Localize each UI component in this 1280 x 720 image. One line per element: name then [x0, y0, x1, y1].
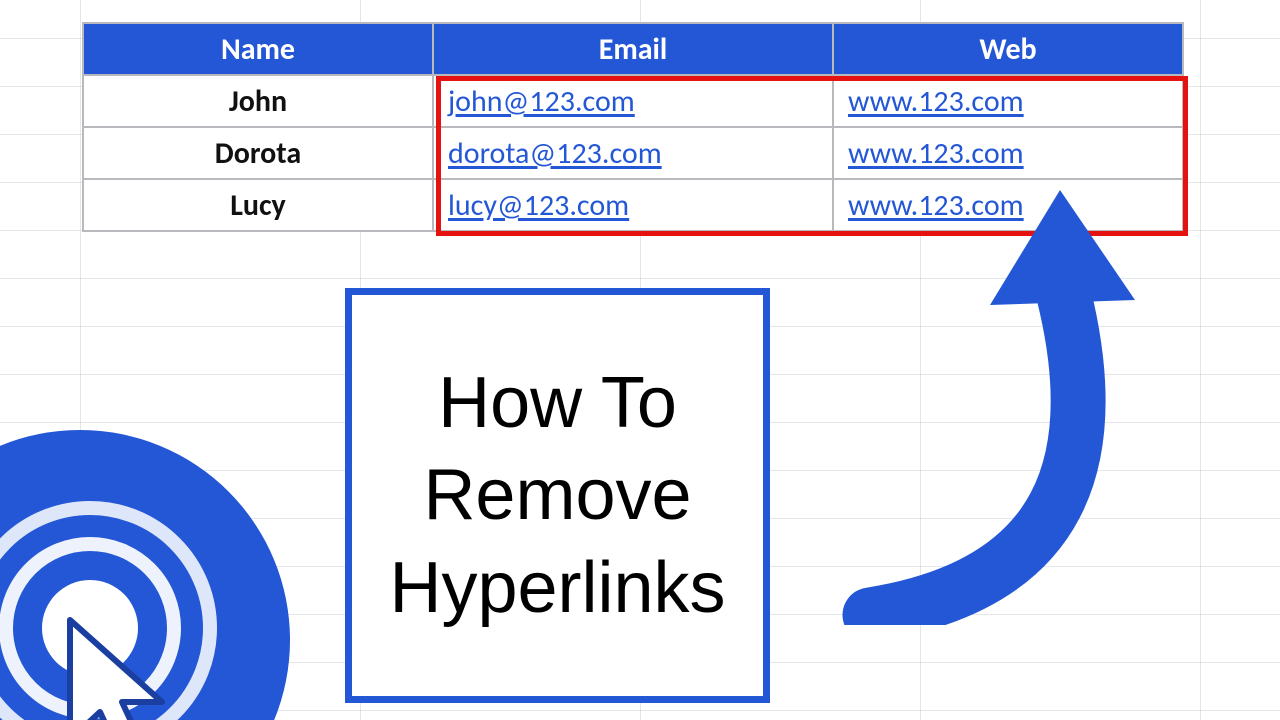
table-row: Dorota dorota@123.com www.123.com	[83, 127, 1183, 179]
cell-name[interactable]: John	[83, 75, 433, 127]
cell-web-link[interactable]: www.123.com	[833, 179, 1183, 231]
title-line: Hyperlinks	[389, 542, 725, 634]
table-row: John john@123.com www.123.com	[83, 75, 1183, 127]
cell-web-link[interactable]: www.123.com	[833, 75, 1183, 127]
header-email: Email	[433, 23, 833, 75]
cell-email-link[interactable]: lucy@123.com	[433, 179, 833, 231]
cell-name[interactable]: Lucy	[83, 179, 433, 231]
header-name: Name	[83, 23, 433, 75]
title-line: Remove	[389, 449, 725, 541]
title-line: How To	[389, 357, 725, 449]
cell-email-link[interactable]: dorota@123.com	[433, 127, 833, 179]
table-row: Lucy lucy@123.com www.123.com	[83, 179, 1183, 231]
cell-name[interactable]: Dorota	[83, 127, 433, 179]
tutorial-title-box: How To Remove Hyperlinks	[345, 288, 770, 703]
cell-web-link[interactable]: www.123.com	[833, 127, 1183, 179]
data-table: Name Email Web John john@123.com www.123…	[82, 22, 1184, 232]
header-web: Web	[833, 23, 1183, 75]
cell-email-link[interactable]: john@123.com	[433, 75, 833, 127]
